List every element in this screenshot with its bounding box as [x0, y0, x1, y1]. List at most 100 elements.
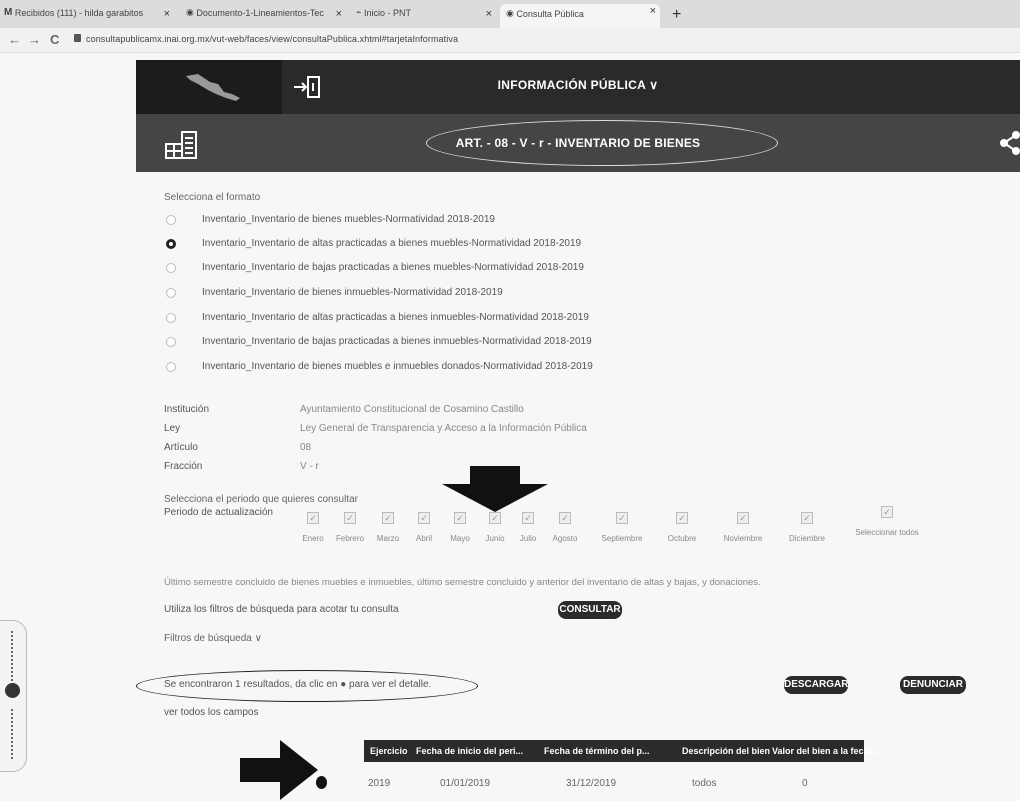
checkbox[interactable]: ✓ [559, 512, 571, 524]
tab-close-icon[interactable]: × [164, 8, 170, 20]
tab-title: Consulta Pública [516, 8, 584, 19]
results-summary: Se encontraron 1 resultados, da clic en … [164, 679, 432, 690]
month-checkbox[interactable]: ✓ Octubre [652, 512, 712, 543]
column-header[interactable]: Valor del bien a la fecha... [772, 746, 882, 756]
institution-value: Ayuntamiento Constitucional de Cosamino … [300, 404, 524, 415]
format-option-label: Inventario_Inventario de bajas practicad… [202, 336, 592, 347]
tab-close-icon[interactable]: × [486, 8, 492, 20]
checkbox[interactable]: ✓ [382, 512, 394, 524]
checkbox[interactable]: ✓ [881, 506, 893, 518]
period-label: Periodo de actualización [164, 507, 273, 518]
browser-tab-pnt[interactable]: ⌁ Inicio - PNT × [356, 7, 496, 27]
radio-button[interactable] [166, 362, 176, 372]
format-option-label: Inventario_Inventario de bienes muebles … [202, 361, 593, 372]
checkbox[interactable]: ✓ [801, 512, 813, 524]
checkbox[interactable]: ✓ [737, 512, 749, 524]
globe-icon: ◉ [506, 8, 514, 18]
radio-button[interactable] [166, 313, 176, 323]
column-header[interactable]: Ejercicio [370, 746, 408, 756]
reload-icon[interactable]: C [50, 32, 59, 47]
period-prompt: Selecciona el periodo que quieres consul… [164, 494, 359, 505]
law-label: Ley [164, 423, 181, 434]
globe-icon: ◉ [186, 7, 194, 17]
format-option-label: Inventario_Inventario de bienes muebles-… [202, 214, 495, 225]
checkbox[interactable]: ✓ [616, 512, 628, 524]
table-cell: 2019 [368, 778, 391, 789]
tab-close-icon[interactable]: × [336, 8, 342, 20]
checkbox[interactable]: ✓ [418, 512, 430, 524]
pnt-icon: ⌁ [356, 7, 362, 17]
address-bar: ← → C consultapublicamx.inai.org.mx/vut-… [0, 28, 1020, 53]
format-option-label: Inventario_Inventario de bienes inmueble… [202, 287, 503, 298]
checkbox[interactable]: ✓ [676, 512, 688, 524]
info-icon[interactable] [316, 776, 327, 789]
table-cell: 31/12/2019 [566, 778, 617, 789]
month-label: Noviembre [723, 534, 763, 543]
url-field[interactable]: consultapublicamx.inai.org.mx/vut-web/fa… [86, 34, 458, 44]
annotation-arrow-down [442, 466, 548, 512]
format-option-label: Inventario_Inventario de bajas practicad… [202, 262, 584, 273]
checkbox[interactable]: ✓ [522, 512, 534, 524]
select-all-label: Seleccionar todos [855, 528, 919, 537]
article-value: 08 [300, 442, 312, 453]
share-icon[interactable] [1000, 130, 1020, 156]
tab-close-icon[interactable]: × [650, 5, 656, 17]
tab-title: Recibidos (111) - hilda garabitos [14, 7, 144, 18]
report-button[interactable]: DENUNCIAR [900, 676, 966, 694]
checkbox[interactable]: ✓ [307, 512, 319, 524]
format-option-label: Inventario_Inventario de altas practicad… [202, 238, 582, 249]
institution-label: Institución [164, 404, 210, 415]
browser-tab-documento[interactable]: ◉ Documento-1-Lineamientos-Tec × [186, 7, 346, 27]
annotation-arrow-right [240, 740, 318, 800]
period-note: Último semestre concluido de bienes mueb… [164, 577, 761, 588]
consult-button[interactable]: CONSULTAR [558, 601, 622, 619]
information-menu[interactable]: INFORMACIÓN PÚBLICA ∨ [136, 78, 1020, 92]
column-header[interactable]: Descripción del bien [682, 746, 770, 756]
month-checkbox[interactable]: ✓ Agosto [535, 512, 595, 543]
radio-button[interactable] [166, 337, 176, 347]
browser-tab-bar: M Recibidos (111) - hilda garabitos × ◉ … [0, 0, 1020, 28]
radio-button[interactable] [166, 215, 176, 225]
month-label: Agosto [552, 534, 578, 543]
table-row[interactable]: 2019 01/01/2019 31/12/2019 todos 0 [316, 774, 876, 794]
fraction-value: V - r [300, 461, 319, 472]
radio-button-selected[interactable] [166, 239, 176, 249]
section-header: ART. - 08 - V - r - INVENTARIO DE BIENES [136, 114, 1020, 172]
law-value: Ley General de Transparencia y Acceso a … [300, 423, 587, 434]
column-header[interactable]: Fecha de término del p... [544, 746, 650, 756]
radio-button[interactable] [166, 288, 176, 298]
select-all-checkbox[interactable]: ✓ Seleccionar todos [855, 506, 919, 537]
column-header[interactable]: Fecha de inicio del peri... [416, 746, 523, 756]
filters-hint: Utiliza los filtros de búsqueda para aco… [164, 604, 399, 615]
month-checkbox[interactable]: ✓ Diciembre [777, 512, 837, 543]
drag-handle-icon[interactable] [11, 631, 15, 681]
back-icon[interactable]: ← [8, 32, 21, 47]
drag-handle-icon[interactable] [11, 709, 15, 759]
tab-title: Inicio - PNT [363, 7, 411, 18]
month-label: Octubre [667, 534, 697, 543]
table-cell: 0 [802, 778, 808, 789]
browser-tab-gmail[interactable]: M Recibidos (111) - hilda garabitos × [4, 7, 174, 27]
article-label: Artículo [164, 442, 198, 453]
download-button[interactable]: DESCARGAR [784, 676, 848, 694]
month-checkbox[interactable]: ✓ Septiembre [592, 512, 652, 543]
checkbox[interactable]: ✓ [344, 512, 356, 524]
new-tab-button[interactable]: + [672, 6, 681, 24]
filters-toggle[interactable]: Filtros de búsqueda ∨ [164, 633, 262, 644]
results-table-header: Ejercicio Fecha de inicio del peri... Fe… [364, 740, 882, 762]
lock-icon [74, 34, 81, 42]
table-cell: todos [692, 778, 717, 789]
site-header: INFORMACIÓN PÚBLICA ∨ [136, 60, 1020, 114]
gmail-icon: M [4, 7, 13, 18]
tab-title: Documento-1-Lineamientos-Tec [196, 7, 324, 18]
accessibility-icon[interactable] [5, 683, 20, 698]
highlight-ellipse [426, 120, 778, 166]
format-option-label: Inventario_Inventario de altas practicad… [202, 312, 589, 323]
show-all-fields-link[interactable]: ver todos los campos [164, 707, 259, 718]
forward-icon[interactable]: → [28, 32, 41, 47]
browser-tab-consulta[interactable]: ◉ Consulta Pública × [500, 4, 660, 28]
month-label: Diciembre [788, 534, 825, 543]
month-checkbox[interactable]: ✓ Noviembre [713, 512, 773, 543]
accessibility-widget[interactable] [0, 620, 27, 772]
radio-button[interactable] [166, 263, 176, 273]
